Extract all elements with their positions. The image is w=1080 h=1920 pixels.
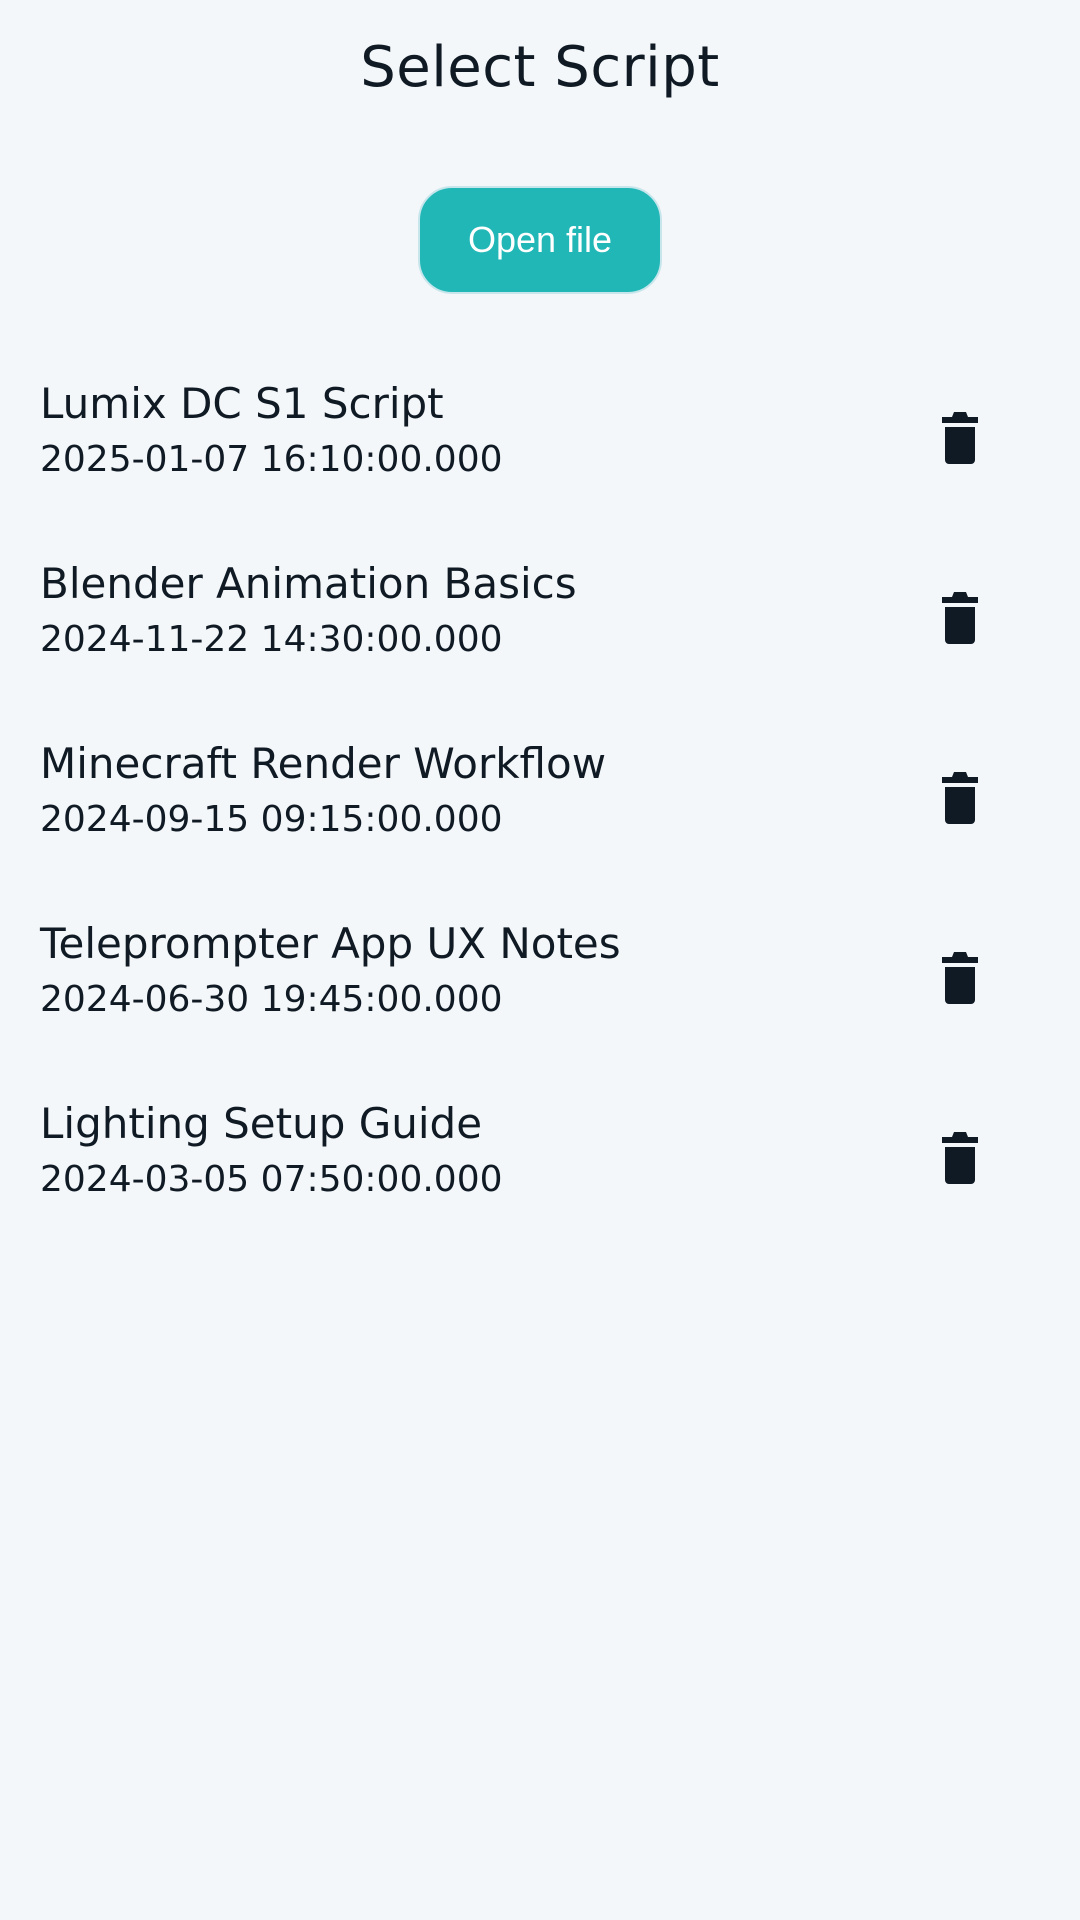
trash-icon <box>942 1132 978 1184</box>
trash-icon <box>942 412 978 464</box>
delete-button[interactable] <box>920 578 1000 658</box>
script-title: Lumix DC S1 Script <box>40 379 444 428</box>
script-title: Lighting Setup Guide <box>40 1099 483 1148</box>
script-date: 2024-09-15 09:15:00.000 <box>40 799 503 840</box>
script-item[interactable]: Minecraft Render Workflow 2024-09-15 09:… <box>0 720 1080 900</box>
script-date: 2024-03-05 07:50:00.000 <box>40 1159 503 1200</box>
open-file-button[interactable]: Open file <box>418 186 662 294</box>
trash-icon <box>942 592 978 644</box>
script-item[interactable]: Lighting Setup Guide 2024-03-05 07:50:00… <box>0 1080 1080 1260</box>
trash-icon <box>942 772 978 824</box>
script-date: 2025-01-07 16:10:00.000 <box>40 439 503 480</box>
script-item[interactable]: Lumix DC S1 Script 2025-01-07 16:10:00.0… <box>0 360 1080 540</box>
script-item[interactable]: Blender Animation Basics 2024-11-22 14:3… <box>0 540 1080 720</box>
script-list: Lumix DC S1 Script 2025-01-07 16:10:00.0… <box>0 360 1080 1260</box>
script-item[interactable]: Teleprompter App UX Notes 2024-06-30 19:… <box>0 900 1080 1080</box>
delete-button[interactable] <box>920 758 1000 838</box>
script-title: Teleprompter App UX Notes <box>40 919 621 968</box>
script-date: 2024-06-30 19:45:00.000 <box>40 979 503 1020</box>
delete-button[interactable] <box>920 398 1000 478</box>
delete-button[interactable] <box>920 1118 1000 1198</box>
delete-button[interactable] <box>920 938 1000 1018</box>
script-date: 2024-11-22 14:30:00.000 <box>40 619 503 660</box>
trash-icon <box>942 952 978 1004</box>
script-title: Blender Animation Basics <box>40 559 577 608</box>
page-title: Select Script <box>360 35 720 100</box>
script-title: Minecraft Render Workflow <box>40 739 607 788</box>
